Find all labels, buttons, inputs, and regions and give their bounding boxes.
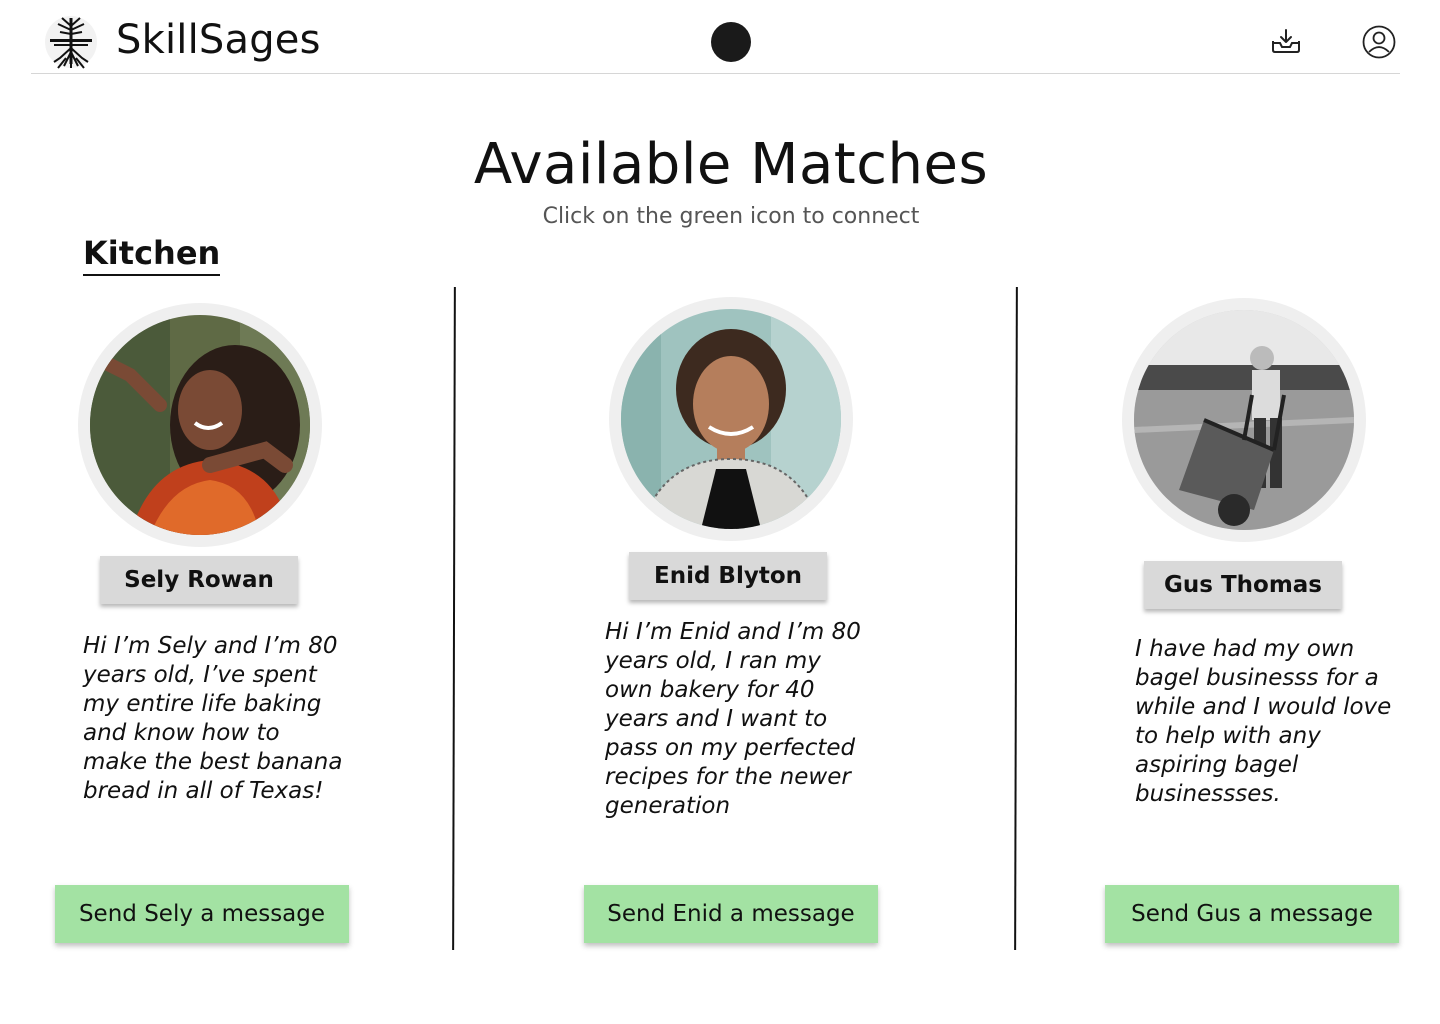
match-name-button[interactable]: Sely Rowan: [100, 556, 298, 604]
send-message-button[interactable]: Send Enid a message: [584, 885, 878, 943]
page-subtitle: Click on the green icon to connect: [542, 204, 920, 229]
user-account-icon[interactable]: [1362, 25, 1396, 59]
top-header: SkillSages: [31, 0, 1400, 74]
page-title: Available Matches: [473, 132, 989, 197]
center-dot-icon: [711, 22, 751, 62]
tree-with-roots-icon[interactable]: [44, 12, 98, 72]
column-divider: [1014, 286, 1018, 951]
match-avatar-sely[interactable]: [78, 303, 322, 547]
match-name-button[interactable]: Gus Thomas: [1144, 561, 1342, 609]
send-message-button[interactable]: Send Gus a message: [1105, 885, 1399, 943]
match-avatar-enid[interactable]: [609, 297, 853, 541]
brand-name[interactable]: SkillSages: [116, 17, 321, 63]
inbox-download-icon[interactable]: [1270, 28, 1302, 54]
match-avatar-gus[interactable]: [1122, 298, 1366, 542]
match-bio: Hi I’m Sely and I’m 80 years old, I’ve s…: [83, 633, 343, 804]
column-divider: [452, 286, 456, 951]
send-message-button[interactable]: Send Sely a message: [55, 885, 349, 943]
match-bio: Hi I’m Enid and I’m 80 years old, I ran …: [605, 619, 861, 819]
match-name-button[interactable]: Enid Blyton: [629, 552, 827, 600]
man-wheelbarrow-photo: [1134, 310, 1354, 530]
woman-portrait-photo: [621, 309, 841, 529]
section-title-kitchen: Kitchen: [83, 234, 221, 276]
match-bio: I have had my own bagel businesss for a …: [1135, 636, 1392, 807]
woman-dancing-photo: [90, 315, 310, 535]
